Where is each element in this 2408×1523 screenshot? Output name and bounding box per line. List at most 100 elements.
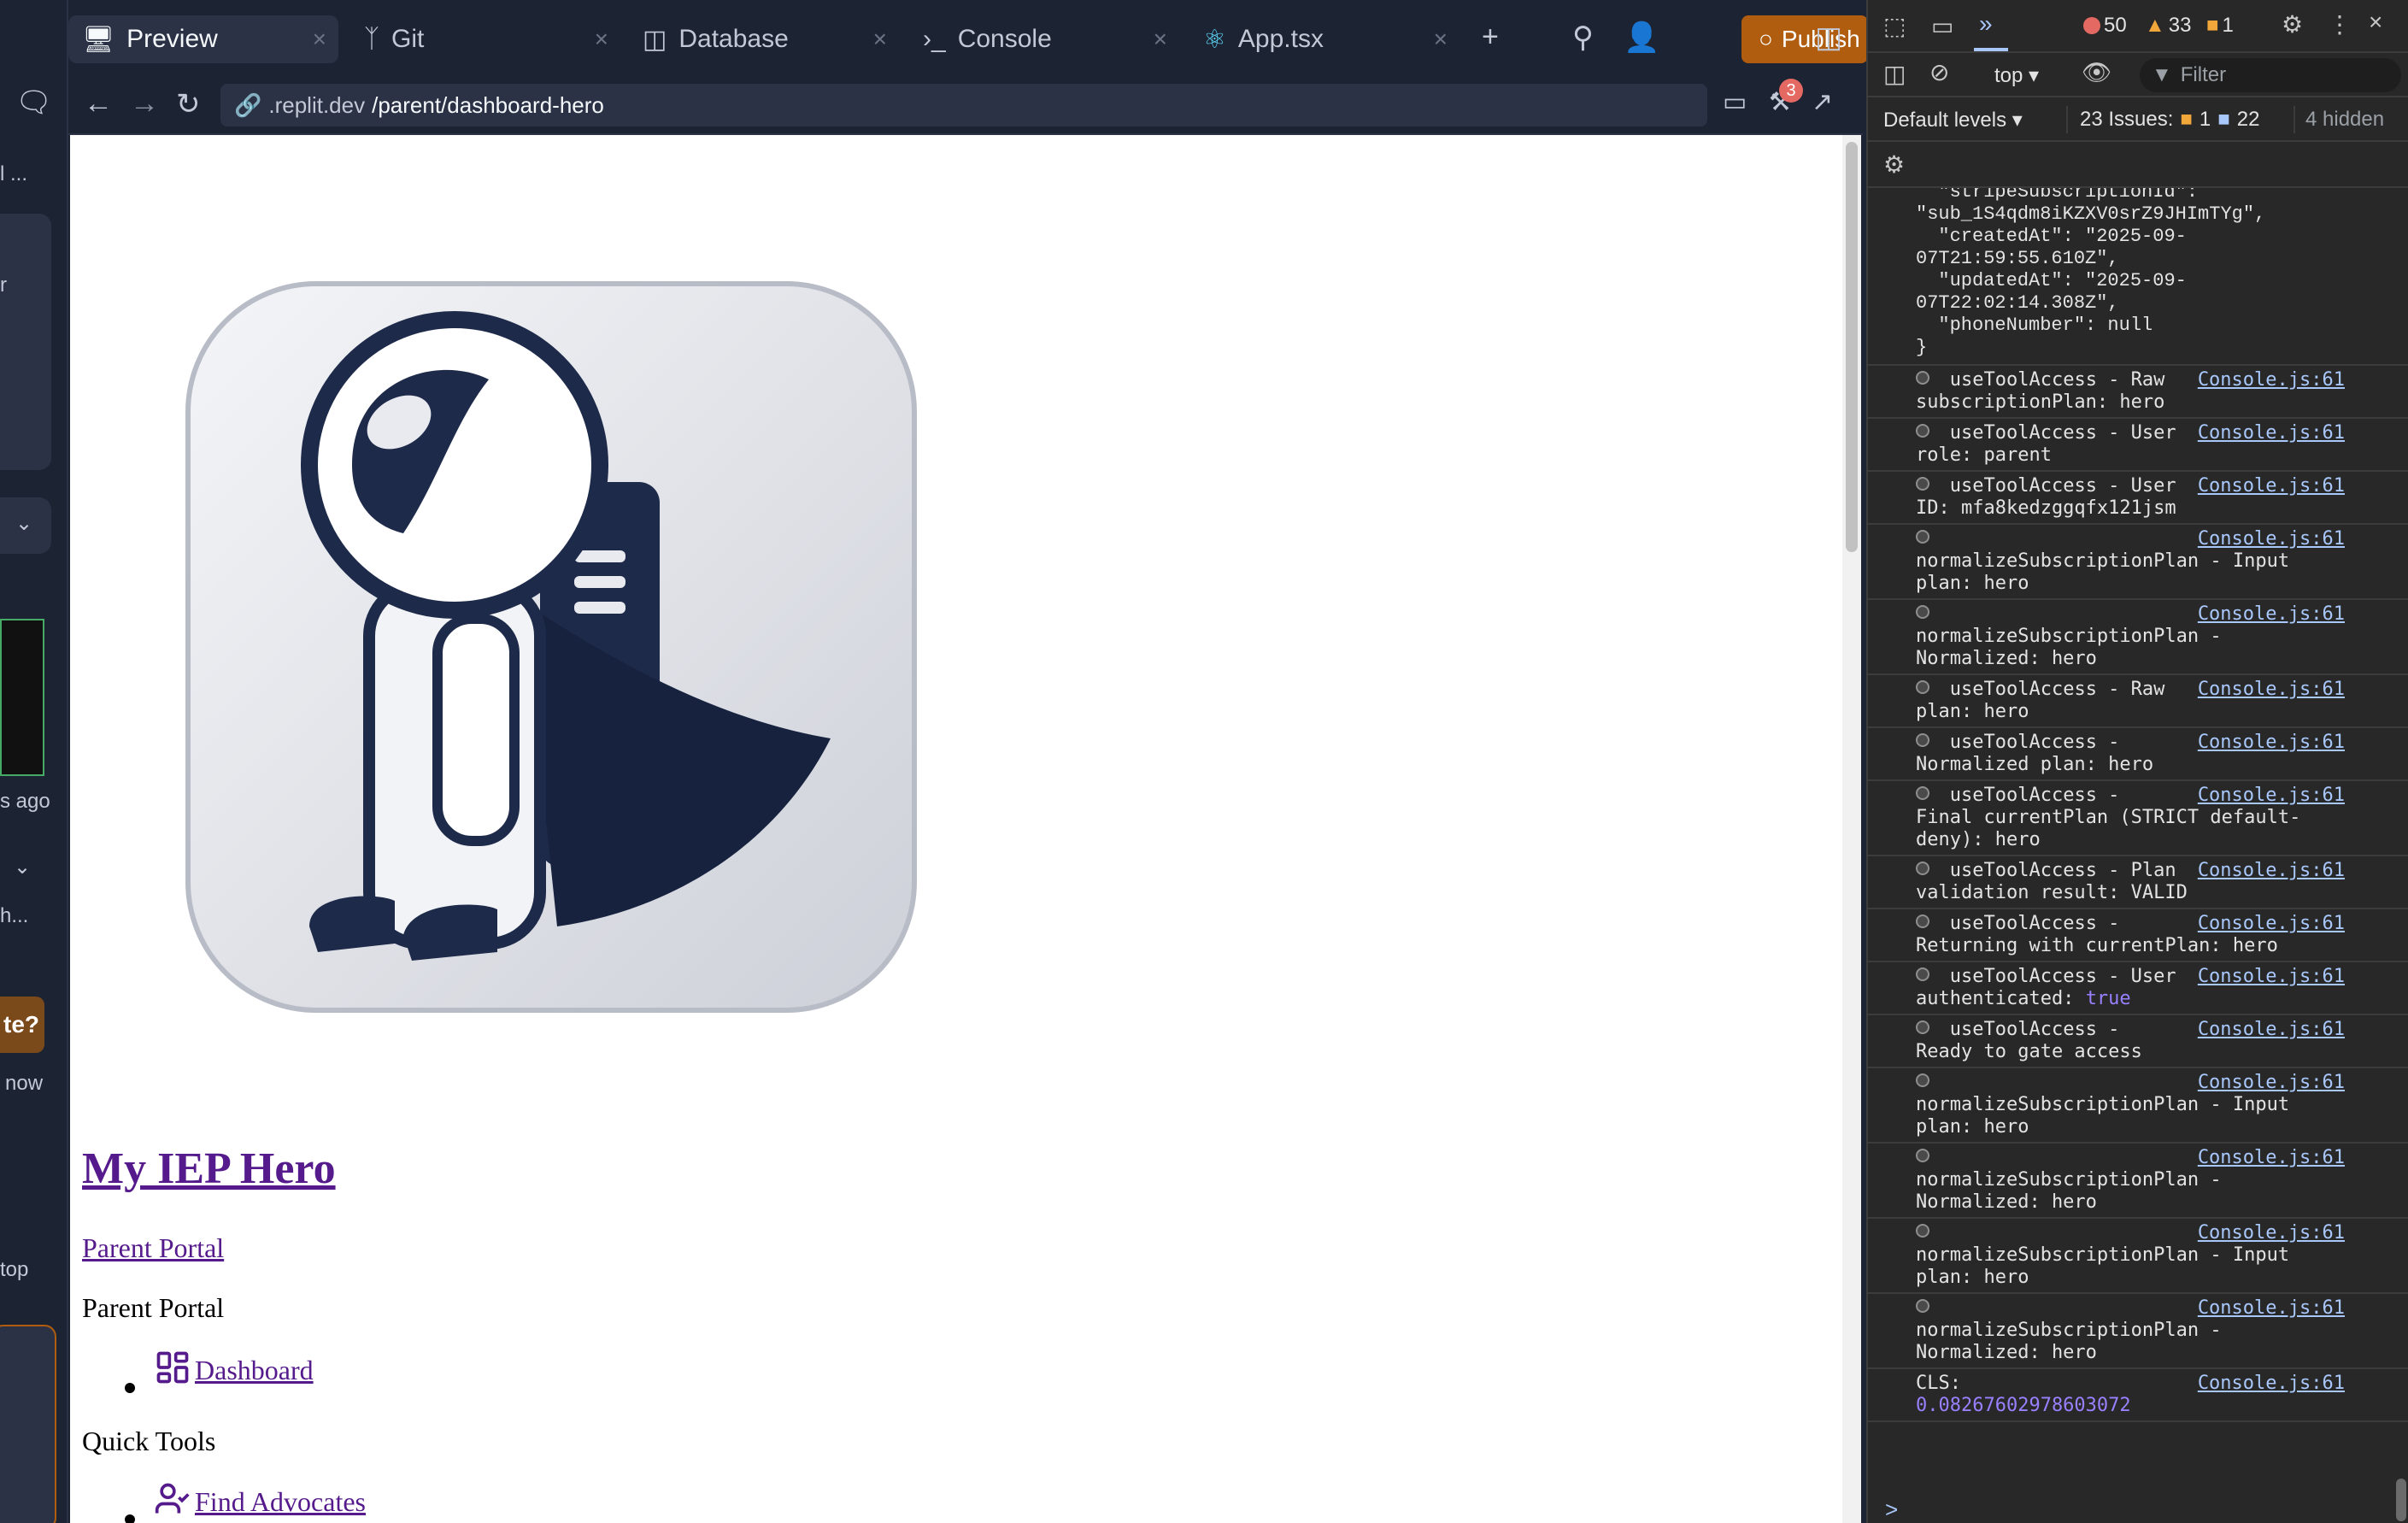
settings-gear-icon[interactable]: ⚙ (2282, 10, 2303, 38)
console-message[interactable]: Console.js:61 useToolAccess - Normalized… (1868, 728, 2408, 781)
context-select[interactable]: top ▾ (1994, 63, 2039, 88)
issues-badge[interactable]: ■ 1 (2206, 14, 2234, 38)
source-link[interactable]: Console.js:61 (2198, 1222, 2345, 1244)
source-link[interactable]: Console.js:61 (2198, 732, 2345, 754)
console-scrollbar[interactable] (2396, 1479, 2406, 1521)
source-link[interactable]: Console.js:61 (2198, 785, 2345, 807)
filter-icon: ▼ (2152, 63, 2172, 86)
page-title[interactable]: My IEP Hero (82, 1144, 336, 1194)
source-link[interactable]: Console.js:61 (2198, 528, 2345, 550)
inspect-element-icon[interactable]: ⬚ (1883, 12, 1906, 40)
thumbnail[interactable] (0, 619, 44, 776)
source-link[interactable]: Console.js:61 (2198, 369, 2345, 391)
message-body: normalizeSubscriptionPlan - Normalized: … (1916, 626, 2222, 669)
console-message[interactable]: Console.js:61 useToolAccess - Returning … (1868, 909, 2408, 962)
source-link[interactable]: Console.js:61 (2198, 603, 2345, 626)
console-prompt[interactable]: > (1885, 1497, 1898, 1523)
device-toolbar-icon[interactable]: ▭ (1931, 12, 1953, 40)
console-message[interactable]: Console.js:61 normalizeSubscriptionPlan … (1868, 600, 2408, 675)
issues-summary[interactable]: 23 Issues: ■ 1 ■ 22 (2080, 108, 2259, 132)
error-count: 50 (2104, 14, 2127, 37)
source-link[interactable]: Console.js:61 (2198, 1072, 2345, 1094)
source-link[interactable]: Console.js:61 (2198, 679, 2345, 701)
tab-preview[interactable]: 🖥 Preview × (68, 15, 338, 63)
new-tab-icon[interactable]: + (1482, 21, 1499, 54)
close-icon[interactable]: × (313, 26, 326, 53)
console-message[interactable]: Console.js:61 useToolAccess - Ready to g… (1868, 1015, 2408, 1068)
devices-icon[interactable]: ▭ (1723, 87, 1747, 117)
sidebar-fragment: r (0, 273, 7, 297)
close-devtools-icon[interactable]: × (2369, 9, 2382, 36)
console-settings-row: ⚙ (1868, 142, 2408, 188)
database-icon: ◫ (643, 25, 667, 54)
parent-portal-link[interactable]: Parent Portal (82, 1232, 224, 1264)
publish-button[interactable]: ○ Publish (1741, 15, 1868, 63)
console-message[interactable]: Console.js:61 useToolAccess - Raw subscr… (1868, 366, 2408, 419)
message-body: useToolAccess - Ready to gate access (1916, 1019, 2142, 1062)
tab-git[interactable]: ᛉ Git × (350, 15, 620, 63)
console-message[interactable]: Console.js:61 normalizeSubscriptionPlan … (1868, 1219, 2408, 1294)
source-link[interactable]: Console.js:61 (2198, 966, 2345, 988)
console-message[interactable]: Console.js:61 normalizeSubscriptionPlan … (1868, 1294, 2408, 1369)
source-link[interactable]: Console.js:61 (2198, 913, 2345, 935)
console-message[interactable]: Console.js:61 normalizeSubscriptionPlan … (1868, 1144, 2408, 1219)
nav-dashboard[interactable]: Dashboard (154, 1349, 314, 1386)
sidebar-action-button[interactable]: te? (0, 997, 44, 1053)
console-message[interactable]: Console.js:61 normalizeSubscriptionPlan … (1868, 525, 2408, 600)
source-link[interactable]: Console.js:61 (2198, 475, 2345, 497)
url-input[interactable]: 🔗 .replit.dev/parent/dashboard-hero (220, 84, 1707, 126)
console-settings-gear-icon[interactable]: ⚙ (1883, 150, 1905, 179)
chevron-down-icon[interactable]: ⌄ (14, 855, 31, 879)
back-icon[interactable]: ← (84, 87, 113, 121)
tab-database[interactable]: ◫ Database × (629, 15, 899, 63)
source-link[interactable]: Console.js:61 (2198, 860, 2345, 882)
scroll-thumb[interactable] (1846, 142, 1858, 552)
levels-row: Default levels ▾ 23 Issues: ■ 1 ■ 22 4 hid… (1868, 97, 2408, 142)
sidebar-input-card[interactable] (0, 1325, 56, 1523)
preview-frame[interactable]: My IEP Hero Parent Portal Parent Portal … (70, 135, 1861, 1523)
message-body: useToolAccess - Plan validation result: … (1916, 860, 2188, 903)
open-external-icon[interactable]: ↗ (1812, 87, 1833, 117)
console-message[interactable]: Console.js:61 useToolAccess - Raw plan: … (1868, 675, 2408, 728)
eye-icon[interactable]: 👁 (2082, 58, 2112, 86)
source-link[interactable]: Console.js:61 (2198, 1019, 2345, 1041)
forward-icon[interactable]: → (130, 87, 159, 121)
preview-scrollbar[interactable] (1842, 135, 1861, 1523)
warning-count-badge[interactable]: ▲ 33 (2145, 14, 2191, 38)
chat-icon[interactable]: 🗨 (15, 85, 52, 120)
more-tabs-icon[interactable]: » (1979, 10, 1993, 38)
log-levels-select[interactable]: Default levels ▾ (1883, 108, 2023, 132)
sidebar-toggle-icon[interactable]: ◫ (1883, 60, 1906, 88)
source-link[interactable]: Console.js:61 (2198, 1147, 2345, 1169)
filter-input[interactable]: ▼ Filter (2140, 58, 2401, 92)
search-icon[interactable]: ⚲ (1572, 21, 1594, 55)
console-message[interactable]: Console.js:61 useToolAccess - Final curr… (1868, 781, 2408, 856)
kebab-menu-icon[interactable]: ⋮ (2328, 10, 2352, 38)
console-message[interactable]: Console.js:61 useToolAccess - Plan valid… (1868, 856, 2408, 909)
parent-portal-link-text[interactable]: Parent Portal (82, 1232, 224, 1263)
nav-find-advocates[interactable]: Find Advocates (154, 1480, 366, 1518)
close-icon[interactable]: × (595, 26, 608, 53)
close-icon[interactable]: × (1434, 26, 1448, 53)
close-icon[interactable]: × (873, 26, 887, 53)
tab-console[interactable]: ›_ Console × (909, 15, 1179, 63)
tab-label: Database (678, 25, 789, 53)
console-message[interactable]: Console.js:61 useToolAccess - User role:… (1868, 419, 2408, 472)
close-icon[interactable]: × (1154, 26, 1167, 53)
console-log[interactable]: "stripeSubscriptionId": "sub_1S4qdm8iKZX… (1868, 188, 2408, 1523)
console-message[interactable]: Console.js:61 CLS: 0.08267602978603072 (1868, 1369, 2408, 1422)
console-message[interactable]: Console.js:61 normalizeSubscriptionPlan … (1868, 1068, 2408, 1144)
split-pane-icon[interactable]: ◫ (1815, 21, 1842, 55)
error-count-badge[interactable]: 50 (2083, 14, 2127, 38)
chevron-down-icon[interactable]: ⌄ (15, 511, 32, 536)
url-path: /parent/dashboard-hero (372, 91, 604, 118)
invite-user-icon[interactable]: 👤 (1624, 21, 1659, 55)
source-link[interactable]: Console.js:61 (2198, 422, 2345, 444)
source-link[interactable]: Console.js:61 (2198, 1297, 2345, 1320)
console-message[interactable]: Console.js:61 useToolAccess - User ID: m… (1868, 472, 2408, 525)
tab-app-tsx[interactable]: ⚛ App.tsx × (1189, 15, 1459, 63)
clear-console-icon[interactable]: ⊘ (1929, 58, 1949, 86)
console-message[interactable]: Console.js:61 useToolAccess - User authe… (1868, 962, 2408, 1015)
reload-icon[interactable]: ↻ (176, 87, 201, 121)
source-link[interactable]: Console.js:61 (2198, 1373, 2345, 1395)
